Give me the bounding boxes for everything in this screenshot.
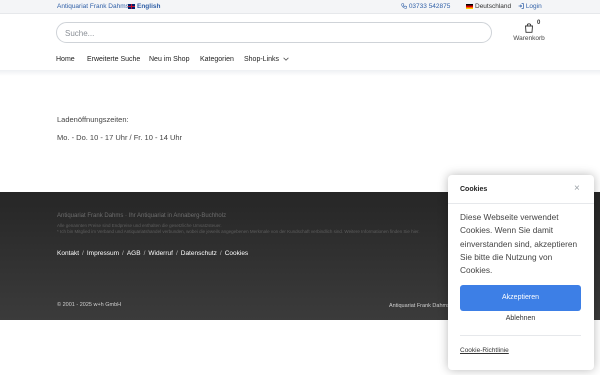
opening-hours-text: Mo. - Do. 10 - 17 Uhr / Fr. 10 - 14 Uhr	[57, 133, 183, 142]
chevron-down-icon	[283, 57, 289, 61]
opening-hours-title: Ladenöffnungszeiten:	[57, 115, 129, 124]
germany-flag-icon	[466, 3, 473, 9]
nav-item-new-in-shop[interactable]: Neu im Shop	[149, 56, 189, 63]
cookie-policy-link[interactable]: Cookie-Richtlinie	[460, 347, 509, 354]
close-icon[interactable]: ×	[574, 184, 580, 194]
footer-separator: /	[175, 250, 178, 257]
cookie-dialog-title: Cookies	[460, 186, 488, 193]
cookie-dialog-divider	[448, 203, 594, 204]
footer-link-widerruf[interactable]: Widerruf	[148, 250, 173, 257]
phone-link[interactable]: 03733 542875	[401, 3, 450, 11]
language-switch-english[interactable]: English	[128, 3, 160, 11]
login-label: Login	[525, 3, 542, 10]
footer-link-kontakt[interactable]: Kontakt	[57, 250, 79, 257]
footer-link-datenschutz[interactable]: Datenschutz	[181, 250, 217, 257]
search-box	[56, 22, 492, 43]
footer-links: Kontakt / Impressum / AGB / Widerruf / Datenschu…	[57, 250, 248, 257]
cart-label: Warenkorb	[513, 35, 545, 42]
accept-cookies-button[interactable]: Akzeptieren	[460, 285, 581, 311]
footer-separator: /	[219, 250, 222, 257]
footer-note-2: * Ich bin Mitglied im Verband und Antiqu…	[57, 229, 420, 234]
cookie-dialog: Cookies × Diese Webseite verwendet Cooki…	[448, 175, 594, 370]
footer-separator: /	[82, 250, 84, 257]
cookie-dialog-text: Diese Webseite verwendet Cookies. Wenn S…	[460, 212, 578, 276]
footer-link-impressum[interactable]: Impressum	[87, 250, 119, 257]
language-alt-label: English	[137, 3, 161, 10]
nav-item-shop-links[interactable]: Shop-Links	[244, 56, 289, 63]
login-link[interactable]: Login	[518, 3, 542, 11]
phone-icon	[401, 3, 407, 10]
header-divider	[0, 70, 600, 76]
phone-number: 03733 542875	[408, 3, 451, 10]
footer-link-cookies[interactable]: Cookies	[225, 250, 248, 257]
nav-item-home[interactable]: Home	[56, 56, 75, 63]
country-label: Deutschland	[475, 3, 512, 10]
top-bar: Antiquariat Frank Dahms English 03733 54…	[0, 0, 600, 14]
nav-item-categories[interactable]: Kategorien	[200, 56, 234, 63]
login-icon	[518, 3, 524, 10]
shopping-bag-icon	[525, 23, 533, 33]
cart-button[interactable]: 0 Warenkorb	[512, 20, 546, 44]
uk-flag-icon	[128, 3, 135, 9]
decline-cookies-button[interactable]: Ablehnen	[460, 315, 581, 322]
search-input[interactable]	[57, 24, 491, 43]
nav-item-advanced-search[interactable]: Erweiterte Suche	[87, 56, 140, 63]
footer-company: Antiquariat Frank Dahms · Ihr Antiquaria…	[57, 213, 227, 219]
footer-copyright: © 2001 - 2025 w+h GmbH	[57, 302, 122, 308]
footer-separator: /	[122, 250, 124, 257]
country-select[interactable]: Deutschland	[466, 3, 511, 11]
footer-company-right: Antiquariat Frank Dahms	[389, 303, 450, 309]
cart-count-badge: 0	[537, 20, 541, 26]
shop-name-link[interactable]: Antiquariat Frank Dahms	[57, 3, 129, 11]
footer-link-agb[interactable]: AGB	[127, 250, 141, 257]
footer-separator: /	[143, 250, 146, 257]
cookie-dialog-divider	[460, 335, 581, 336]
footer-note-1: Alle genannten Preise sind Endpreise und…	[57, 223, 222, 228]
shop-links-label: Shop-Links	[244, 56, 280, 63]
